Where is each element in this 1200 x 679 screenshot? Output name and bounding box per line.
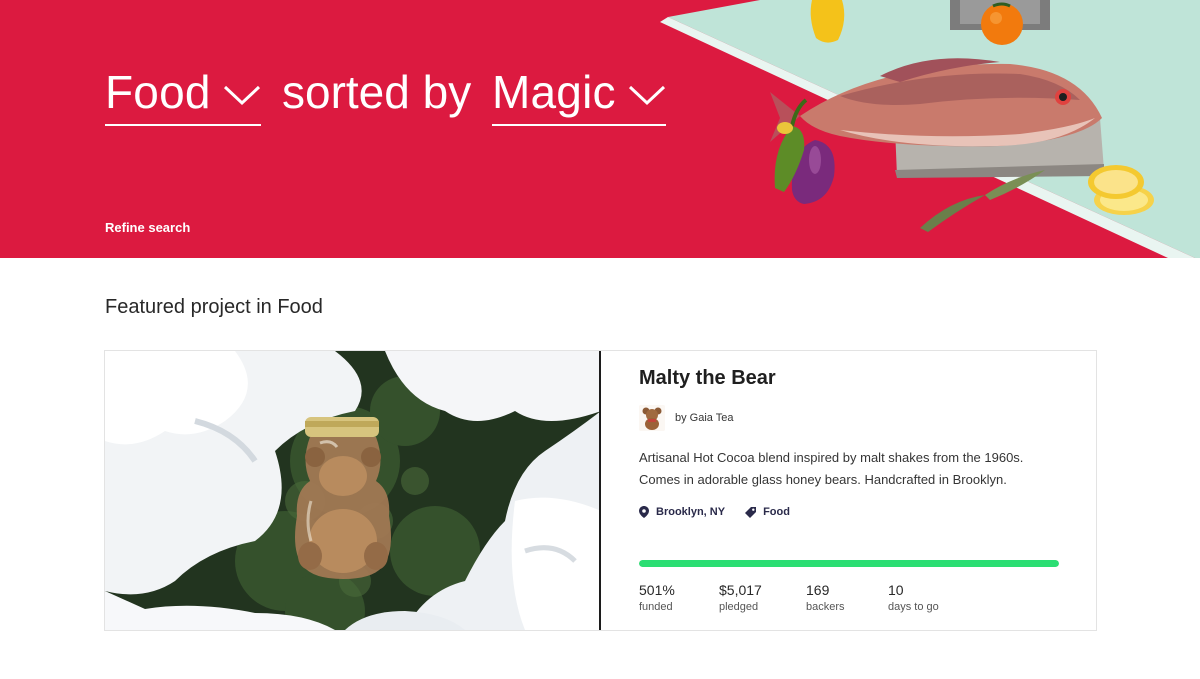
stat-days-to-go: 10 days to go bbox=[888, 581, 978, 613]
funding-progress-fill bbox=[639, 560, 1059, 567]
tag-icon bbox=[745, 506, 757, 518]
project-blurb: Artisanal Hot Cocoa blend inspired by ma… bbox=[639, 450, 1024, 487]
category-tag[interactable]: Food bbox=[745, 506, 790, 518]
stat-label: pledged bbox=[719, 601, 759, 613]
stat-value: 169 bbox=[806, 582, 830, 598]
category-label: Food bbox=[763, 506, 790, 518]
project-title[interactable]: Malty the Bear bbox=[639, 367, 776, 390]
stat-label: days to go bbox=[888, 601, 939, 613]
chevron-down-icon bbox=[628, 85, 665, 106]
creator-avatar[interactable] bbox=[639, 405, 665, 431]
sort-filter: Magic bbox=[492, 66, 666, 126]
creator-row: by Gaia Tea bbox=[639, 405, 734, 431]
stat-backers: 169 backers bbox=[806, 581, 888, 613]
sort-dropdown[interactable]: Magic bbox=[492, 66, 666, 126]
project-details: Malty the Bear by Gaia Tea Artisanal Hot… bbox=[639, 351, 1059, 630]
stat-pledged: $5,017 pledged bbox=[719, 581, 806, 613]
stat-value: $5,017 bbox=[719, 582, 762, 598]
category-dropdown[interactable]: Food bbox=[105, 66, 261, 126]
project-image[interactable] bbox=[105, 351, 601, 630]
category-hero: Food sorted by Magic Refine search bbox=[0, 0, 1200, 258]
bear-avatar-icon bbox=[639, 405, 665, 431]
sorted-by-text: sorted by bbox=[282, 66, 472, 118]
refine-search-link[interactable]: Refine search bbox=[105, 220, 190, 235]
featured-project-card[interactable]: Malty the Bear by Gaia Tea Artisanal Hot… bbox=[104, 350, 1097, 631]
chevron-down-icon bbox=[223, 85, 260, 106]
sorted-by-text-wrap: sorted by bbox=[282, 66, 471, 126]
location-tag[interactable]: Brooklyn, NY bbox=[639, 506, 725, 518]
sort-dropdown-label: Magic bbox=[492, 66, 616, 118]
stat-value: 501% bbox=[639, 582, 675, 598]
stat-label: backers bbox=[806, 601, 845, 613]
funding-progress-bar bbox=[639, 560, 1059, 567]
location-label: Brooklyn, NY bbox=[656, 506, 726, 518]
map-pin-icon bbox=[639, 506, 649, 518]
stat-funded: 501% funded bbox=[639, 581, 719, 613]
category-dropdown-label: Food bbox=[105, 66, 211, 118]
stat-label: funded bbox=[639, 601, 673, 613]
category-filter: Food bbox=[105, 66, 261, 126]
project-stats: 501% funded $5,017 pledged 169 backers 1… bbox=[639, 581, 978, 613]
creator-name[interactable]: by Gaia Tea bbox=[675, 412, 734, 424]
project-tags: Brooklyn, NY Food bbox=[639, 506, 790, 518]
stat-value: 10 bbox=[888, 582, 904, 598]
project-photo bbox=[105, 351, 599, 630]
featured-section-title: Featured project in Food bbox=[105, 296, 323, 318]
